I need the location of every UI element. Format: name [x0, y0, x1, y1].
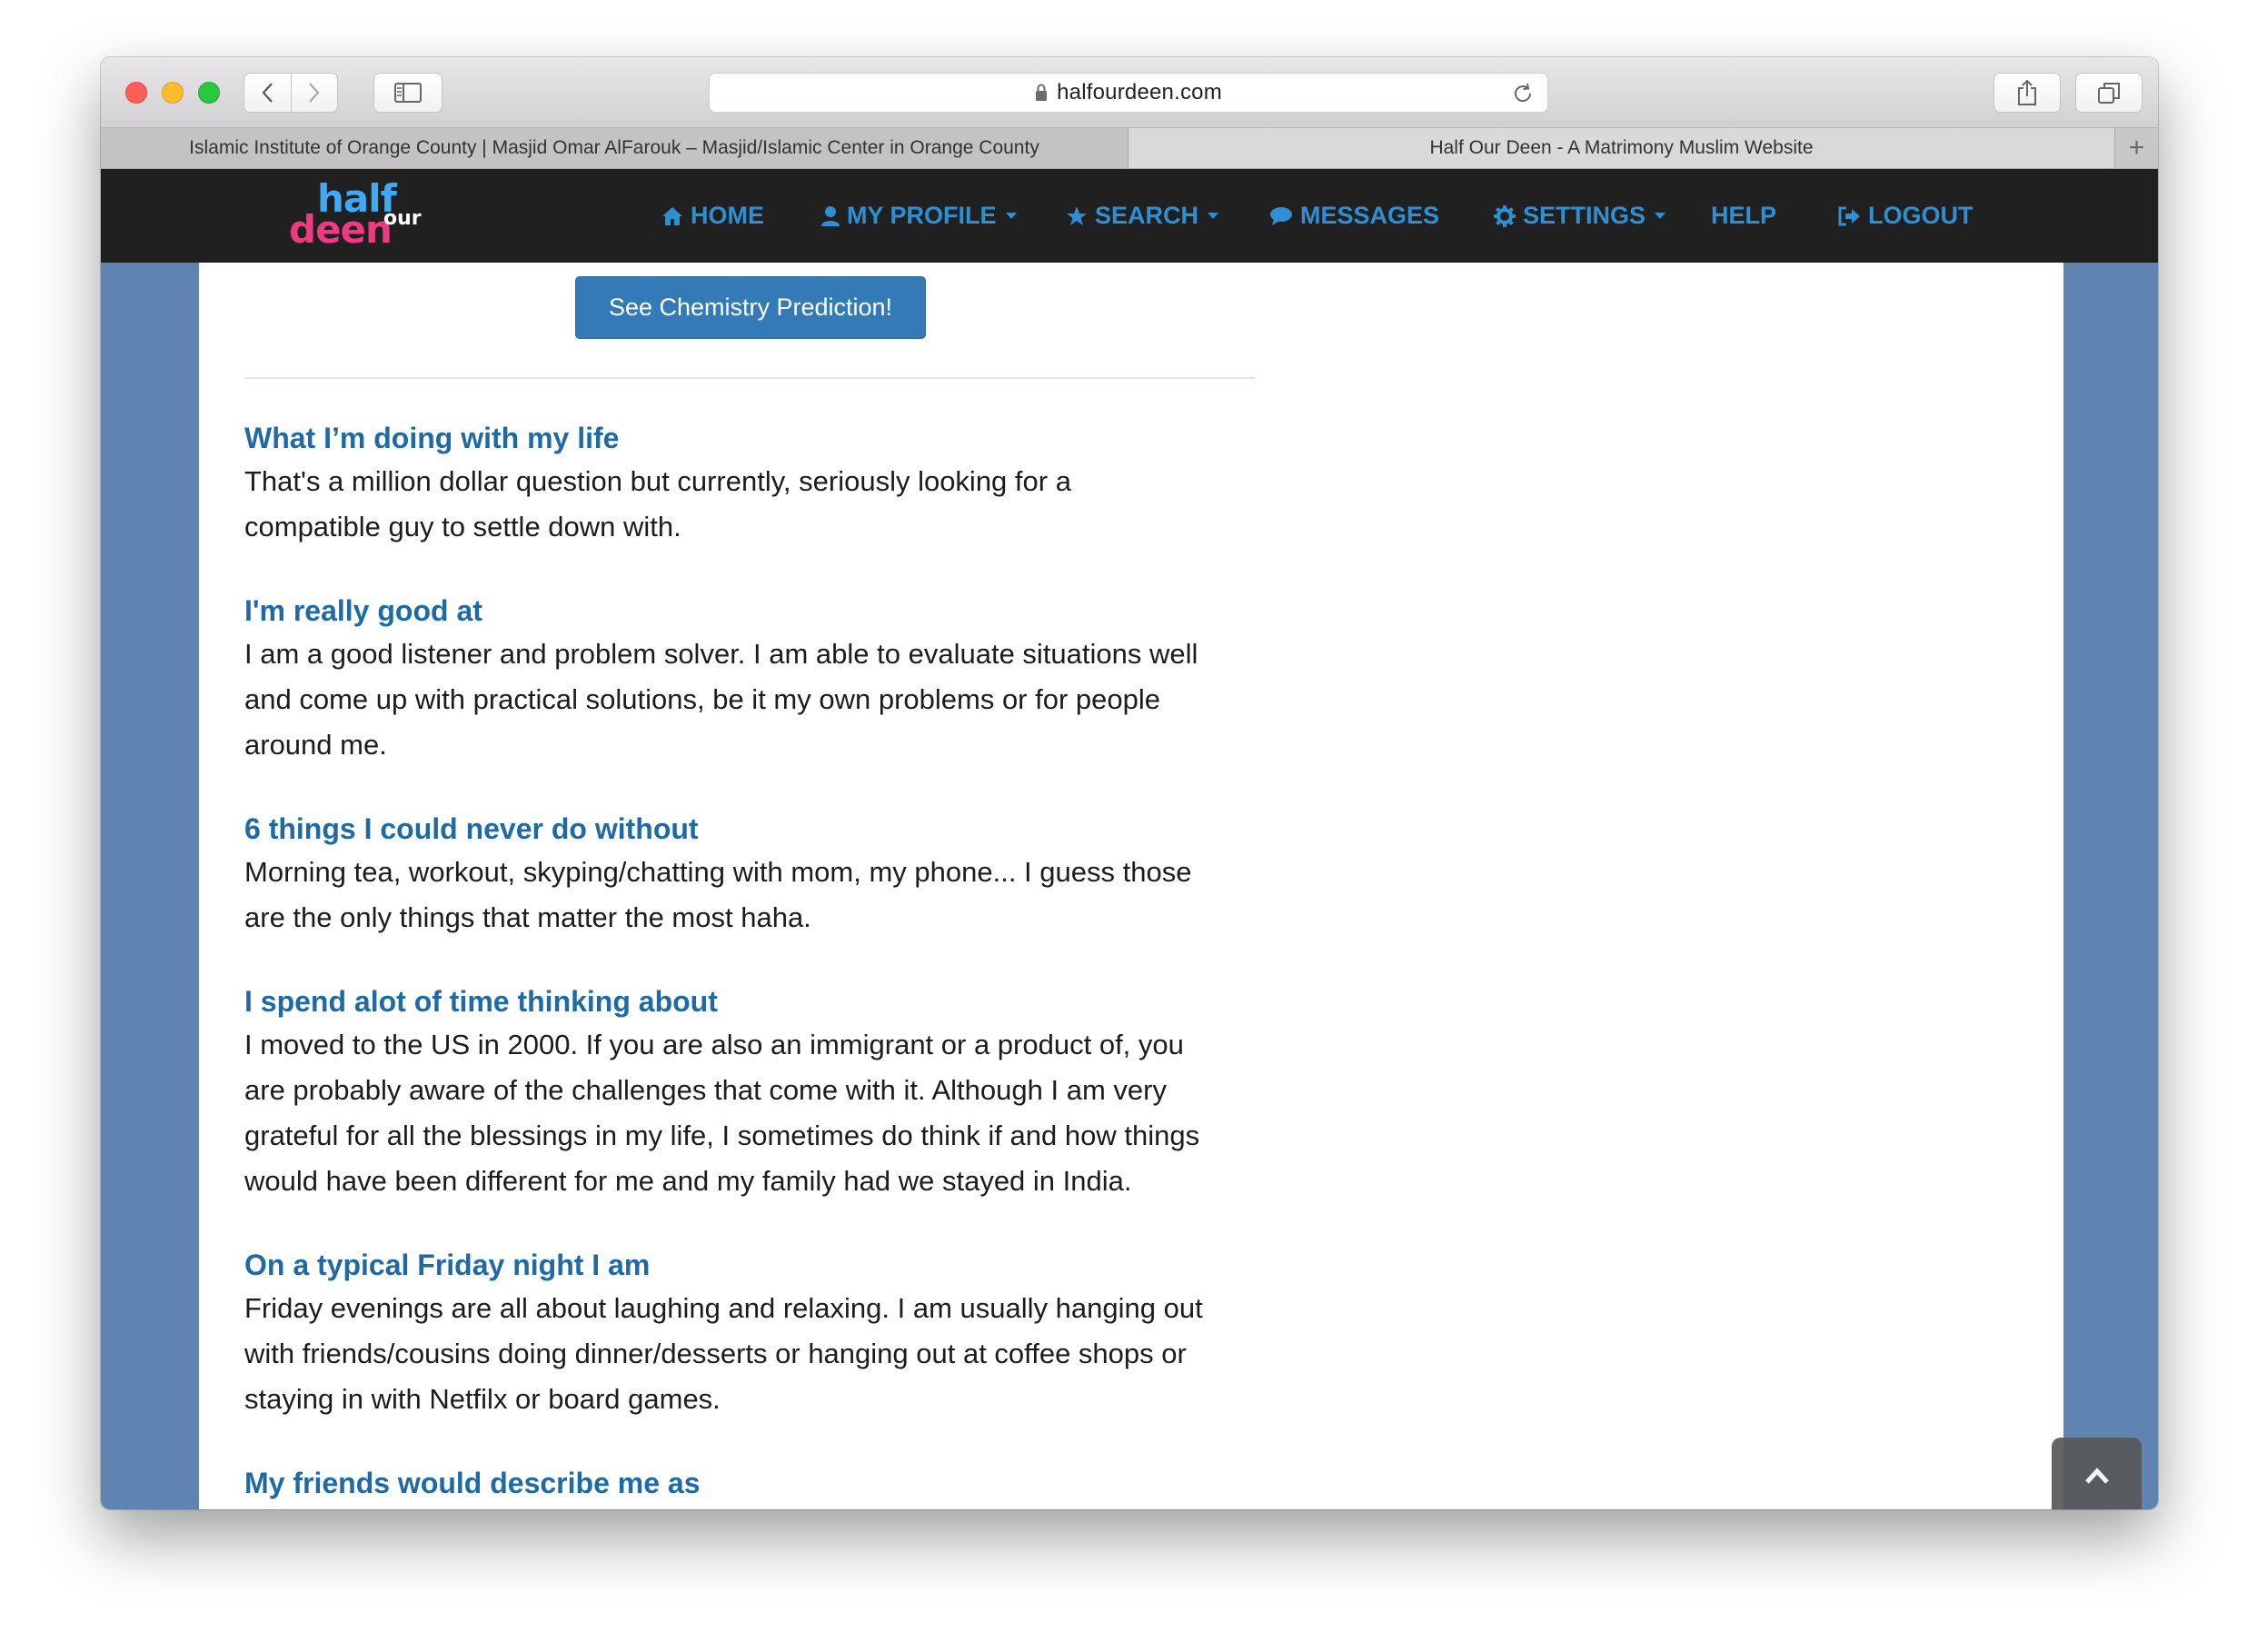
scroll-to-top-button[interactable]: [2052, 1438, 2142, 1509]
profile-section: 6 things I could never do without Mornin…: [244, 808, 1271, 940]
chemistry-prediction-button[interactable]: See Chemistry Prediction!: [575, 276, 926, 339]
home-icon: [662, 206, 682, 225]
nav-settings[interactable]: SETTINGS: [1494, 202, 1666, 230]
nav-help[interactable]: HELP: [1711, 202, 1776, 230]
chevron-left-icon: [263, 83, 273, 103]
tab-half-our-deen[interactable]: Half Our Deen - A Matrimony Muslim Websi…: [1128, 128, 2114, 168]
nav-label: MY PROFILE: [847, 202, 997, 229]
section-heading: 6 things I could never do without: [244, 812, 699, 845]
profile-sections: What I’m doing with my life That's a mil…: [244, 417, 1271, 1509]
divider: [244, 377, 1255, 379]
section-text: Friday evenings are all about laughing a…: [244, 1292, 1203, 1415]
chevron-up-icon: [2084, 1468, 2109, 1484]
new-tab-button[interactable]: +: [2114, 128, 2158, 168]
sidebar-toggle-button[interactable]: [373, 73, 442, 113]
user-icon: [821, 205, 840, 226]
profile-section: What I’m doing with my life That's a mil…: [244, 417, 1271, 550]
section-heading: On a typical Friday night I am: [244, 1249, 651, 1281]
section-heading: What I’m doing with my life: [244, 422, 620, 454]
nav-search[interactable]: SEARCH: [1066, 202, 1219, 230]
minimize-window-button[interactable]: [162, 82, 184, 104]
tabs-overview-icon: [2098, 83, 2120, 104]
logo-deen: deen: [289, 207, 393, 252]
section-heading: My friends would describe me as: [244, 1467, 701, 1499]
section-heading: I spend alot of time thinking about: [244, 985, 718, 1018]
tab-title: Half Our Deen - A Matrimony Muslim Websi…: [1429, 137, 1814, 158]
close-window-button[interactable]: [125, 82, 147, 104]
nav-label: LOGOUT: [1868, 202, 1974, 229]
reload-icon[interactable]: [1511, 82, 1535, 105]
nav-my-profile[interactable]: MY PROFILE: [821, 202, 1017, 230]
forward-button[interactable]: [290, 74, 337, 112]
browser-toolbar: halfourdeen.com: [101, 57, 2158, 128]
section-text: Morning tea, workout, skyping/chatting w…: [244, 856, 1192, 933]
comment-icon: [1270, 206, 1292, 225]
site-logo[interactable]: half deen our: [289, 176, 434, 253]
show-tabs-button[interactable]: [2075, 73, 2143, 113]
maximize-window-button[interactable]: [198, 82, 220, 104]
share-button[interactable]: [1994, 73, 2061, 113]
back-button[interactable]: [244, 74, 291, 112]
caret-down-icon: [1005, 213, 1017, 219]
tab-bar: Islamic Institute of Orange County | Mas…: [101, 128, 2158, 169]
nav-logout[interactable]: LOGOUT: [1837, 202, 1974, 230]
address-bar[interactable]: halfourdeen.com: [709, 73, 1548, 113]
browser-window: halfourdeen.com Islamic Institute of Ora…: [101, 57, 2158, 1509]
plus-icon: +: [2128, 133, 2145, 163]
star-icon: [1067, 205, 1087, 225]
nav-label: MESSAGES: [1300, 202, 1440, 229]
profile-panel: See Chemistry Prediction! What I’m doing…: [199, 263, 2063, 1509]
caret-down-icon: [1208, 213, 1219, 219]
section-text: That's a million dollar question but cur…: [244, 465, 1071, 542]
profile-section: I'm really good at I am a good listener …: [244, 590, 1271, 768]
logo-our: our: [383, 207, 422, 230]
profile-section: My friends would describe me as: [244, 1462, 1271, 1504]
caret-down-icon: [1655, 213, 1666, 219]
nav-messages[interactable]: MESSAGES: [1269, 202, 1439, 230]
nav-label: HELP: [1711, 202, 1777, 229]
lock-icon: [1035, 84, 1048, 102]
section-text: I moved to the US in 2000. If you are al…: [244, 1029, 1200, 1197]
tab-islamic-institute[interactable]: Islamic Institute of Orange County | Mas…: [101, 128, 1128, 168]
nav-home[interactable]: HOME: [661, 202, 764, 230]
url-text: halfourdeen.com: [1057, 80, 1222, 104]
section-heading: I'm really good at: [244, 594, 482, 627]
profile-section: I spend alot of time thinking about I mo…: [244, 980, 1271, 1204]
share-icon: [2018, 79, 2036, 105]
nav-label: SEARCH: [1095, 202, 1199, 229]
chevron-right-icon: [309, 83, 320, 103]
profile-section: On a typical Friday night I am Friday ev…: [244, 1244, 1271, 1422]
history-nav: [244, 73, 338, 113]
site-navbar: half deen our HOME MY PROFILE SEARCH MES…: [101, 169, 2158, 263]
sidebar-icon: [394, 83, 422, 103]
section-text: I am a good listener and problem solver.…: [244, 638, 1198, 761]
logout-icon: [1838, 206, 1860, 225]
tab-title: Islamic Institute of Orange County | Mas…: [189, 137, 1039, 158]
nav-label: HOME: [691, 202, 764, 229]
nav-label: SETTINGS: [1523, 202, 1646, 229]
gear-icon: [1494, 204, 1516, 227]
page-viewport[interactable]: See Chemistry Prediction! What I’m doing…: [101, 263, 2158, 1509]
